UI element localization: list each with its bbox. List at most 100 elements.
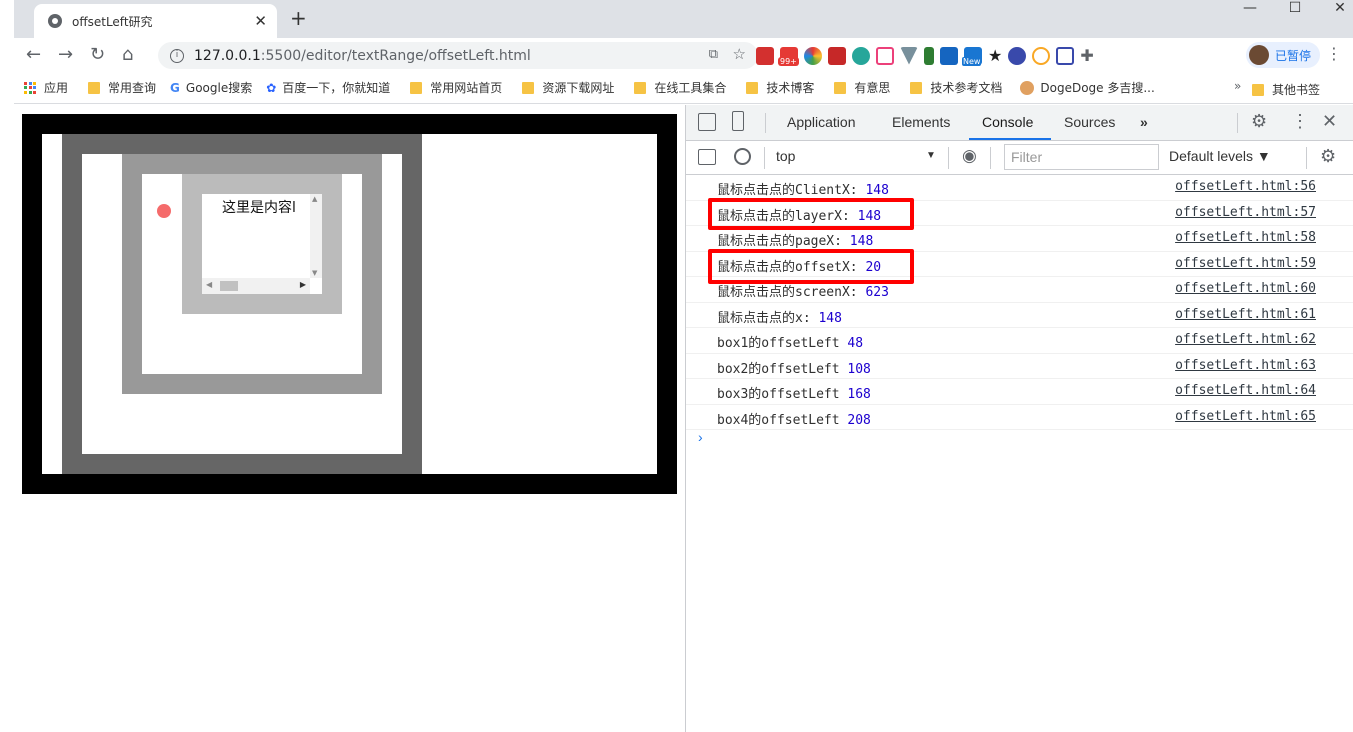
info-icon[interactable]: i <box>170 48 184 63</box>
log-value: 148 <box>818 310 842 326</box>
log-source-link[interactable]: offsetLeft.html:65 <box>1175 409 1316 424</box>
close-window-icon[interactable]: ✕ <box>1317 0 1353 20</box>
bookmarks-more-icon[interactable]: » <box>1234 79 1241 93</box>
bookmark-label: 百度一下，你就知道 <box>282 81 391 95</box>
bookmark-item[interactable]: 应用 <box>24 79 68 96</box>
apps-grid-icon[interactable] <box>940 46 958 65</box>
divider <box>1306 147 1307 169</box>
log-levels-select[interactable]: Default levels ▼ <box>1169 148 1271 164</box>
device-toolbar-icon[interactable] <box>732 111 744 131</box>
log-message: box1的offsetLeft 48 <box>717 332 863 351</box>
address-bar[interactable]: i 127.0.0.1:5500/editor/textRange/offset… <box>158 42 758 69</box>
badge-count: 99+ <box>778 56 799 66</box>
forward-icon[interactable]: → <box>58 44 73 65</box>
scroll-left-icon[interactable]: ◀ <box>206 280 212 289</box>
maximize-icon[interactable]: ☐ <box>1272 0 1318 20</box>
console-prompt[interactable]: › <box>698 429 703 445</box>
bookmark-item[interactable]: DogeDoge 多吉搜... <box>1020 79 1155 96</box>
close-tab-icon[interactable]: ✕ <box>254 12 267 30</box>
bookmark-item[interactable]: ✿ 百度一下，你就知道 <box>266 79 390 96</box>
angular-icon[interactable] <box>756 46 774 65</box>
minimize-icon[interactable]: — <box>1227 0 1273 20</box>
vertical-scrollbar[interactable]: ▲ ▼ <box>310 194 322 278</box>
bookmark-item[interactable]: 常用网站首页 <box>410 79 502 96</box>
bookmark-item[interactable]: 常用查询 <box>88 79 156 96</box>
scroll-thumb[interactable] <box>220 281 238 291</box>
filter-input[interactable]: Filter <box>1004 144 1159 170</box>
browser-tab[interactable]: offsetLeft研究 ✕ <box>34 4 277 38</box>
star-bookmark-icon[interactable]: ☆ <box>733 45 746 63</box>
close-devtools-icon[interactable]: ✕ <box>1322 111 1337 132</box>
log-source-link[interactable]: offsetLeft.html:57 <box>1175 205 1316 220</box>
profile-button[interactable]: 已暂停 <box>1246 42 1320 68</box>
home-icon[interactable]: ⌂ <box>122 44 133 65</box>
vue-devtools-icon[interactable] <box>900 46 918 65</box>
log-label: box4的offsetLeft <box>717 412 848 428</box>
log-source-link[interactable]: offsetLeft.html:60 <box>1175 281 1316 296</box>
log-source-link[interactable]: offsetLeft.html:62 <box>1175 332 1316 347</box>
log-source-link[interactable]: offsetLeft.html:64 <box>1175 383 1316 398</box>
color-picker-icon[interactable] <box>804 46 822 65</box>
scroll-down-icon[interactable]: ▼ <box>312 269 317 277</box>
bookmark-label: 技术参考文档 <box>930 81 1003 95</box>
box4[interactable]: 这里是内容l ▲ ▼ ◀ ▶ <box>202 194 322 294</box>
sidebar-toggle-icon[interactable] <box>698 149 716 165</box>
profile-label: 已暂停 <box>1275 48 1312 63</box>
tab-application[interactable]: Application <box>787 114 856 130</box>
menu-dots-icon[interactable]: ⋮ <box>1326 44 1342 63</box>
mail-icon[interactable]: 99+ <box>778 46 799 66</box>
window-icon[interactable] <box>1056 46 1075 65</box>
new-tab-button[interactable]: + <box>290 6 307 30</box>
translate-icon[interactable]: ⧉ <box>709 47 718 62</box>
log-row: box1的offsetLeft 48 offsetLeft.html:62 <box>686 328 1353 354</box>
bookmark-item[interactable]: 有意思 <box>834 79 890 96</box>
bookmark-label: 常用查询 <box>108 81 157 95</box>
console-settings-icon[interactable]: ⚙ <box>1320 146 1336 167</box>
bookmark-item[interactable]: 技术参考文档 <box>910 79 1002 96</box>
folder-icon <box>910 81 923 94</box>
bookmark-item[interactable]: 资源下载网址 <box>522 79 614 96</box>
back-icon[interactable]: ← <box>26 44 41 65</box>
other-bookmarks[interactable]: 其他书签 <box>1252 81 1320 98</box>
inspect-element-icon[interactable] <box>698 113 716 131</box>
log-message: 鼠标点击点的pageX: 148 <box>717 230 873 249</box>
bookmark-item[interactable]: 技术博客 <box>746 79 814 96</box>
more-options-icon[interactable]: ⋮ <box>1291 111 1309 132</box>
log-source-link[interactable]: offsetLeft.html:58 <box>1175 230 1316 245</box>
search-ext-icon[interactable] <box>852 46 870 65</box>
horizontal-scrollbar[interactable]: ◀ ▶ <box>202 278 310 294</box>
log-label: 鼠标点击点的ClientX: <box>717 183 866 198</box>
context-dropdown-icon[interactable]: ▼ <box>926 150 936 161</box>
scroll-up-icon[interactable]: ▲ <box>312 195 317 203</box>
context-select[interactable]: top <box>776 148 795 164</box>
shield-icon[interactable] <box>1008 46 1027 65</box>
tab-console[interactable]: Console <box>982 114 1033 130</box>
log-message: box4的offsetLeft 208 <box>717 409 871 428</box>
puzzle-icon[interactable]: ✚ <box>1080 46 1093 65</box>
clear-console-icon[interactable] <box>734 148 751 165</box>
star-icon[interactable]: ★ <box>988 46 1002 65</box>
click-point-dot <box>157 204 171 218</box>
bilibili-icon[interactable] <box>876 46 894 65</box>
bookmark-item[interactable]: G Google搜索 <box>170 79 252 96</box>
check-icon[interactable] <box>1032 46 1051 65</box>
more-tabs-icon[interactable]: » <box>1140 114 1148 130</box>
log-source-link[interactable]: offsetLeft.html:59 <box>1175 256 1316 271</box>
eye-icon[interactable]: ◉ <box>962 146 977 166</box>
bookmarks-bar: 应用 常用查询 G Google搜索 ✿ 百度一下，你就知道 常用网站首页 资源下载… <box>14 72 1353 104</box>
reload-icon[interactable]: ↻ <box>90 44 105 65</box>
divider <box>1237 113 1238 133</box>
log-message: box3的offsetLeft 168 <box>717 383 871 402</box>
fe-helper-icon[interactable] <box>828 46 846 65</box>
tab-sources[interactable]: Sources <box>1064 114 1115 130</box>
flag-icon[interactable] <box>924 46 934 65</box>
log-source-link[interactable]: offsetLeft.html:56 <box>1175 179 1316 194</box>
settings-gear-icon[interactable]: ⚙ <box>1251 111 1267 132</box>
log-source-link[interactable]: offsetLeft.html:61 <box>1175 307 1316 322</box>
log-source-link[interactable]: offsetLeft.html:63 <box>1175 358 1316 373</box>
bookmark-item[interactable]: 在线工具集合 <box>634 79 726 96</box>
new-ext-icon[interactable]: New <box>962 46 982 66</box>
tab-elements[interactable]: Elements <box>892 114 950 130</box>
scroll-right-icon[interactable]: ▶ <box>300 280 306 289</box>
log-value: 168 <box>847 387 871 402</box>
